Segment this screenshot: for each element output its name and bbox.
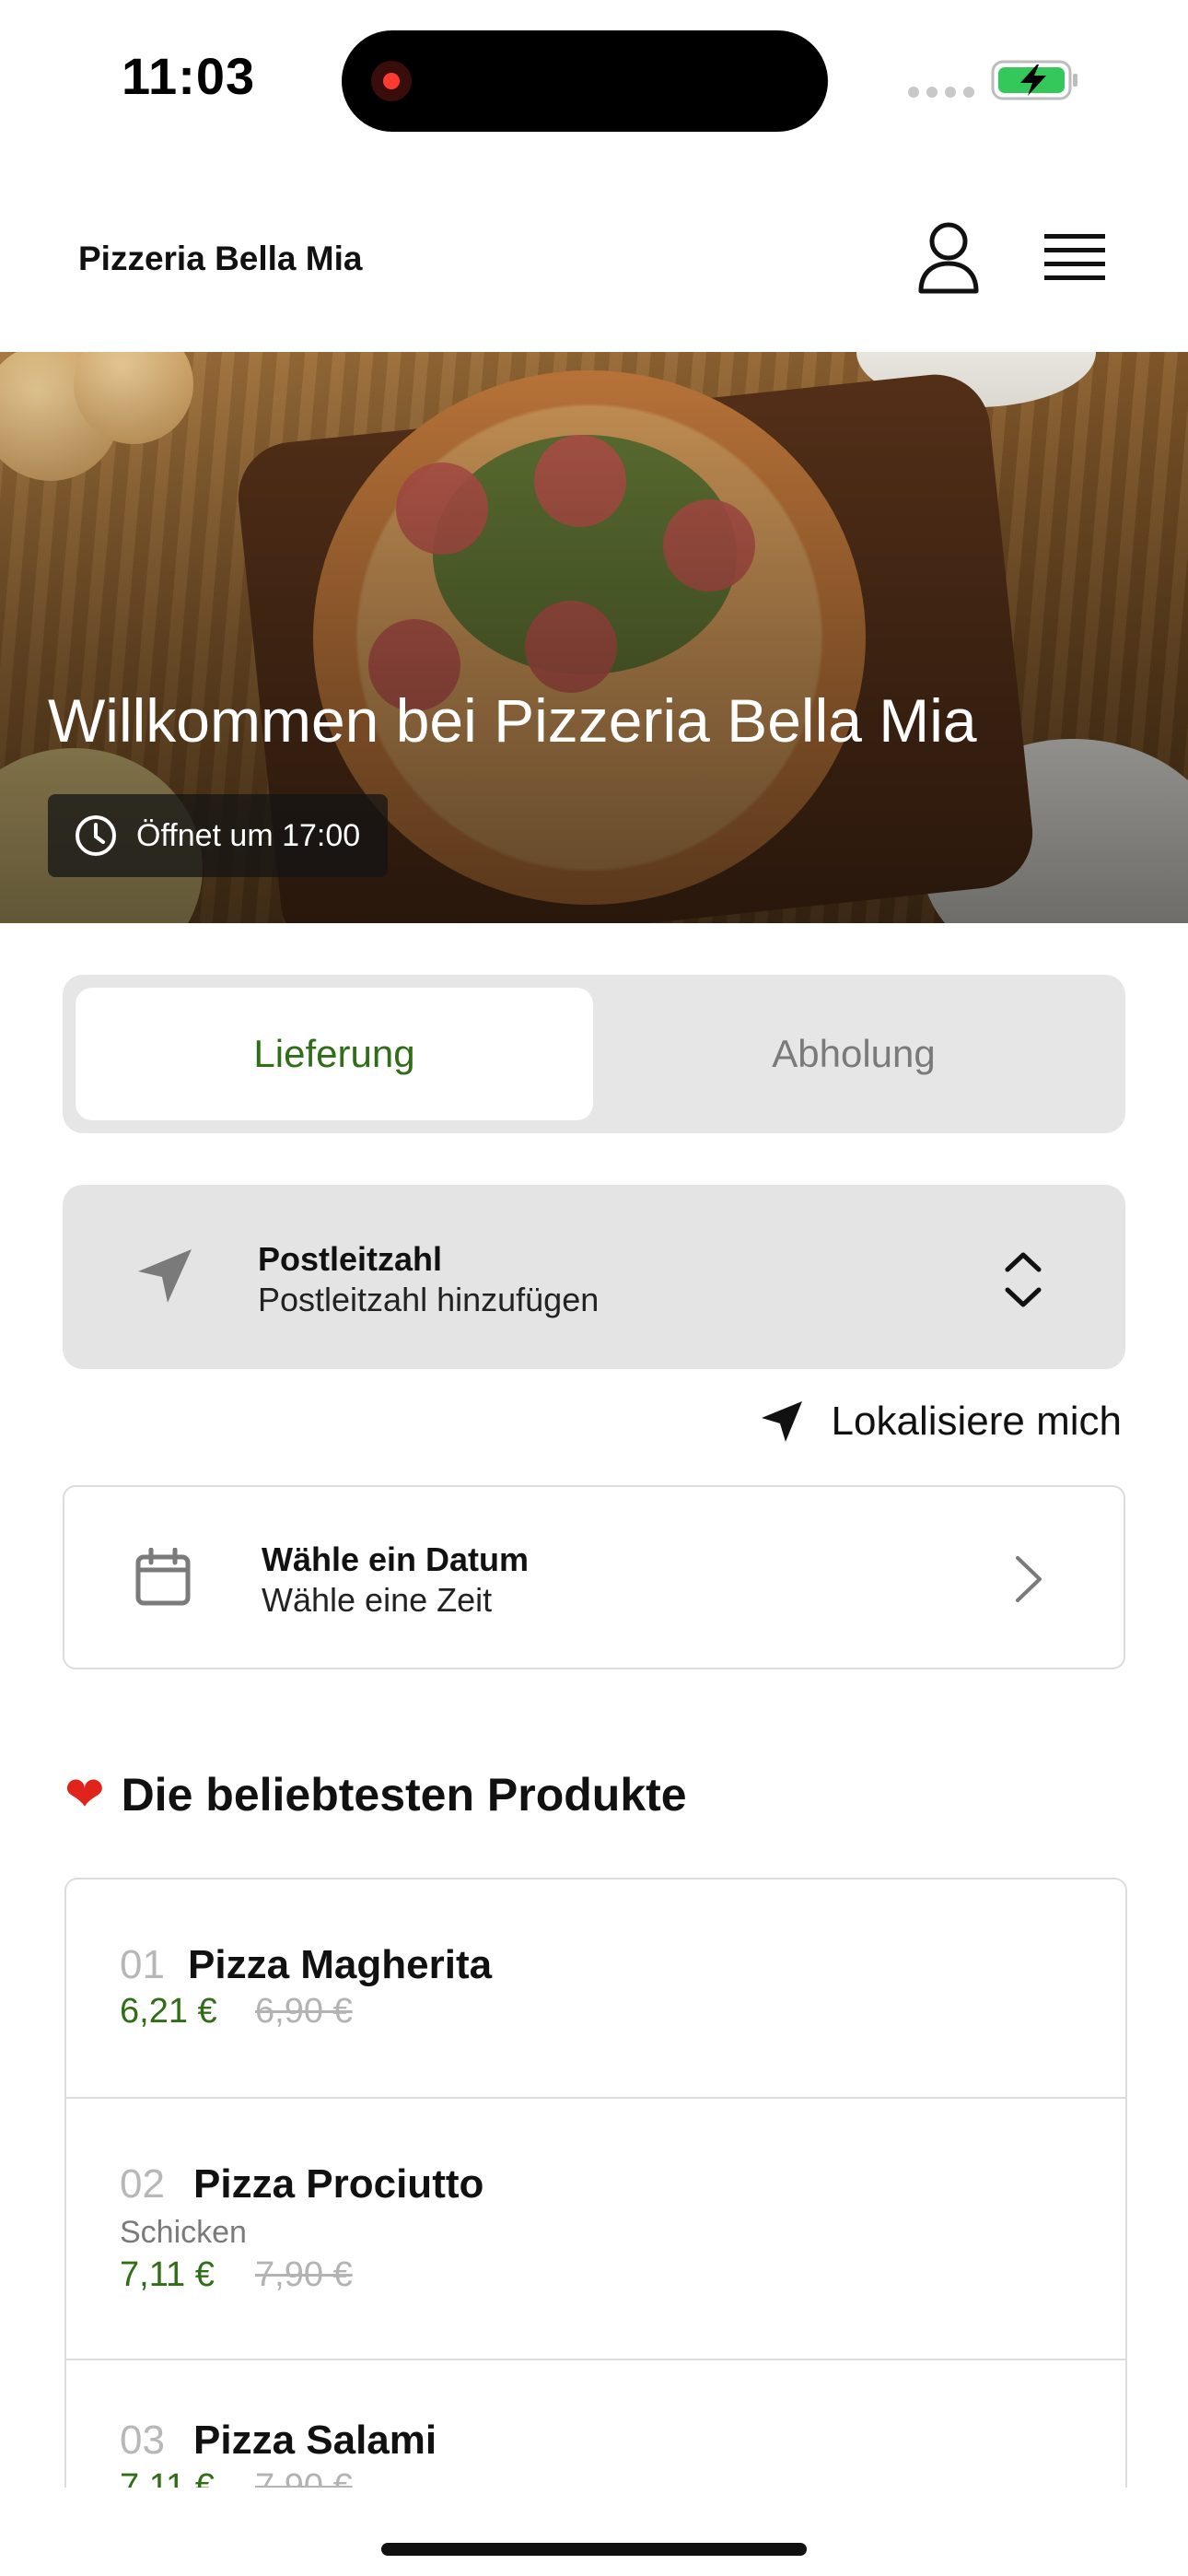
product-list: 01 Pizza Magherita 6,21 € 6,90 € 02 Pizz… bbox=[64, 1878, 1127, 2488]
opening-time: Öffnet um 17:00 bbox=[136, 817, 361, 853]
clock-icon bbox=[76, 815, 116, 856]
postcode-selector[interactable]: Postleitzahl Postleitzahl hinzufügen bbox=[63, 1185, 1125, 1369]
list-item[interactable]: 01 Pizza Magherita 6,21 € 6,90 € bbox=[66, 1879, 1125, 2099]
calendar-icon bbox=[135, 1548, 191, 1606]
item-name: Pizza Salami bbox=[193, 2418, 437, 2463]
postcode-value: Postleitzahl hinzufügen bbox=[258, 1281, 600, 1318]
status-time: 11:03 bbox=[122, 47, 256, 105]
date-time-selector[interactable]: Wähle ein Datum Wähle eine Zeit bbox=[63, 1485, 1125, 1669]
list-item[interactable]: 03 Pizza Salami 7,11 € 7,90 € bbox=[66, 2360, 1125, 2488]
popular-title-text: Die beliebtesten Produkte bbox=[121, 1769, 687, 1821]
item-number: 02 bbox=[120, 2161, 165, 2207]
time-value: Wähle eine Zeit bbox=[262, 1581, 493, 1619]
locate-me-label: Lokalisiere mich bbox=[831, 1399, 1122, 1444]
tab-delivery[interactable]: Lieferung bbox=[76, 988, 593, 1120]
battery-icon bbox=[991, 60, 1077, 100]
heart-icon: ❤ bbox=[64, 1768, 105, 1821]
recording-indicator-icon bbox=[371, 61, 412, 101]
popular-section-title: ❤ Die beliebtesten Produkte bbox=[64, 1767, 687, 1822]
item-number: 03 bbox=[120, 2418, 165, 2463]
item-name: Pizza Prociutto bbox=[193, 2161, 484, 2207]
item-price: 7,11 € bbox=[120, 2255, 215, 2294]
item-price: 7,11 € bbox=[120, 2467, 215, 2488]
tab-pickup[interactable]: Abholung bbox=[595, 988, 1112, 1120]
chevron-up-down-icon bbox=[1005, 1252, 1042, 1307]
item-old-price: 6,90 € bbox=[255, 1992, 353, 2031]
hero-title: Willkommen bei Pizzeria Bella Mia bbox=[48, 686, 977, 755]
menu-icon[interactable] bbox=[1044, 230, 1105, 286]
list-item[interactable]: 02 Pizza Prociutto Schicken 7,11 € 7,90 … bbox=[66, 2099, 1125, 2360]
item-price: 6,21 € bbox=[120, 1992, 217, 2031]
item-number: 01 bbox=[120, 1942, 165, 1987]
postcode-label: Postleitzahl bbox=[258, 1240, 443, 1278]
chevron-right-icon bbox=[1016, 1556, 1042, 1602]
brand-title[interactable]: Pizzeria Bella Mia bbox=[78, 240, 362, 278]
home-indicator[interactable] bbox=[381, 2543, 807, 2556]
item-description: Schicken bbox=[120, 2215, 247, 2250]
opening-badge: Öffnet um 17:00 bbox=[48, 794, 389, 877]
item-old-price: 7,90 € bbox=[255, 2467, 353, 2488]
item-name: Pizza Magherita bbox=[188, 1942, 493, 1987]
location-arrow-icon bbox=[761, 1401, 802, 1442]
item-old-price: 7,90 € bbox=[255, 2255, 353, 2294]
location-arrow-icon bbox=[138, 1249, 192, 1303]
dynamic-island bbox=[342, 30, 828, 132]
order-mode-toggle: Lieferung Abholung bbox=[63, 975, 1125, 1133]
signal-icon bbox=[908, 87, 974, 98]
user-icon[interactable] bbox=[916, 221, 981, 295]
hero-banner: Willkommen bei Pizzeria Bella Mia Öffnet… bbox=[0, 352, 1188, 923]
date-label: Wähle ein Datum bbox=[262, 1540, 530, 1578]
locate-me-button[interactable]: Lokalisiere mich bbox=[760, 1399, 1122, 1445]
